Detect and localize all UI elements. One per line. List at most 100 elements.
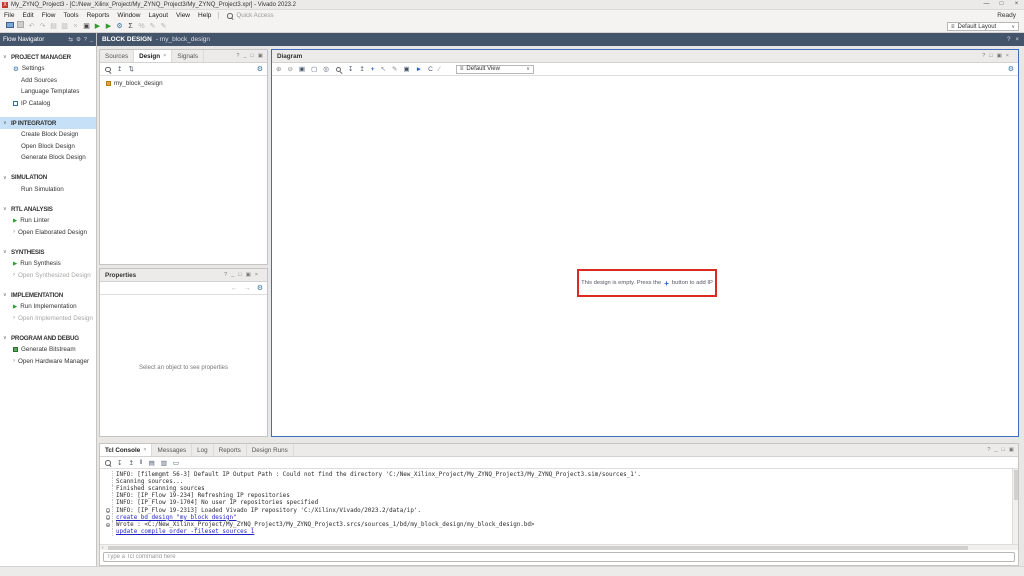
expand-all-icon[interactable]: ↥ bbox=[128, 459, 133, 467]
tab-tcl-console[interactable]: Tcl Console × bbox=[100, 444, 153, 456]
nav-item-add-sources[interactable]: Add Sources bbox=[0, 75, 96, 87]
regenerate-layout-icon[interactable]: C bbox=[428, 66, 433, 73]
scrollbar-thumb[interactable] bbox=[107, 545, 968, 550]
help-icon[interactable]: ? bbox=[236, 53, 239, 59]
tab-signals[interactable]: Signals bbox=[172, 50, 204, 62]
search-icon[interactable] bbox=[335, 66, 342, 73]
help-icon[interactable]: ? bbox=[987, 447, 990, 453]
nav-item-open-block-design[interactable]: Open Block Design bbox=[0, 141, 96, 153]
console-horizontal-scrollbar[interactable]: › bbox=[100, 544, 1018, 551]
view-selector-dropdown[interactable]: ≡ Default View ∨ bbox=[455, 64, 534, 74]
nav-help-icon[interactable]: ? bbox=[84, 37, 87, 43]
minimize-icon[interactable]: _ bbox=[994, 447, 997, 453]
nav-item-language-templates[interactable]: Language Templates bbox=[0, 86, 96, 98]
menu-window[interactable]: Window bbox=[113, 10, 144, 21]
collapse-all-icon[interactable]: ↧ bbox=[117, 459, 122, 467]
settings-gear-icon[interactable]: ⚙ bbox=[257, 65, 263, 73]
nav-gear-icon[interactable]: ⚙ bbox=[76, 37, 81, 43]
nav-item-ip-catalog[interactable]: IP Catalog bbox=[0, 98, 96, 110]
edit-pencil2-icon[interactable]: ✎ bbox=[158, 22, 169, 32]
run-icon[interactable]: ▶ bbox=[92, 22, 103, 32]
undo-icon[interactable]: ↶ bbox=[26, 22, 37, 32]
nav-header-ip-integrator[interactable]: ∨ IP INTEGRATOR bbox=[0, 117, 96, 129]
float-icon[interactable]: ▣ bbox=[258, 53, 263, 59]
percent-icon[interactable]: % bbox=[136, 22, 147, 32]
minimize-icon[interactable]: _ bbox=[243, 53, 246, 59]
float-icon[interactable]: ▣ bbox=[246, 272, 251, 278]
maximize-icon[interactable]: □ bbox=[238, 272, 241, 278]
menu-reports[interactable]: Reports bbox=[83, 10, 114, 21]
scroll-left-icon[interactable]: › bbox=[100, 545, 106, 551]
edit-pencil-icon[interactable]: ✎ bbox=[147, 22, 158, 32]
minimize-icon[interactable]: _ bbox=[231, 272, 234, 278]
reports-sigma-icon[interactable]: Σ bbox=[125, 22, 136, 32]
collapse-toggle-icon[interactable] bbox=[105, 508, 110, 513]
customize-icon[interactable]: ► bbox=[416, 66, 422, 73]
forward-arrow-icon[interactable]: → bbox=[244, 285, 251, 292]
menu-flow[interactable]: Flow bbox=[38, 10, 60, 21]
tab-close-icon[interactable]: × bbox=[163, 53, 166, 59]
tcl-command-input[interactable] bbox=[103, 551, 1015, 562]
expand-hierarchy-icon[interactable]: ↥ bbox=[359, 65, 364, 73]
settings-gear-icon[interactable]: ⚙ bbox=[257, 284, 263, 292]
tab-design-runs[interactable]: Design Runs bbox=[247, 444, 294, 456]
nav-header-rtl-analysis[interactable]: ∨ RTL ANALYSIS bbox=[0, 203, 96, 215]
copy-icon[interactable]: ▤ bbox=[48, 22, 59, 32]
menu-layout[interactable]: Layout bbox=[145, 10, 173, 21]
delete-icon[interactable]: × bbox=[70, 22, 81, 32]
clear-console-icon[interactable]: ▭ bbox=[173, 459, 179, 467]
tab-messages[interactable]: Messages bbox=[152, 444, 193, 456]
close-button[interactable]: × bbox=[1009, 0, 1024, 9]
maximize-icon[interactable]: □ bbox=[1001, 447, 1004, 453]
close-icon[interactable]: × bbox=[1006, 53, 1009, 59]
menu-tools[interactable]: Tools bbox=[59, 10, 82, 21]
tree-item-block-design[interactable]: my_block_design bbox=[100, 76, 267, 87]
optimize-routing-icon[interactable]: ∕ bbox=[439, 66, 440, 73]
copy-icon[interactable]: ▤ bbox=[149, 459, 155, 467]
step-icon[interactable]: ▶ bbox=[103, 22, 114, 32]
designer-assistance-icon[interactable]: ↖ bbox=[381, 65, 386, 73]
zoom-out-icon[interactable]: ⊖ bbox=[287, 65, 292, 73]
paste-icon[interactable]: ▥ bbox=[59, 22, 70, 32]
expand-all-icon[interactable]: ↥ bbox=[117, 65, 122, 73]
maximize-button[interactable]: □ bbox=[994, 0, 1009, 9]
settings-gear-icon[interactable]: ⚙ bbox=[114, 22, 125, 32]
save-icon[interactable] bbox=[15, 21, 26, 32]
nav-header-synthesis[interactable]: ∨ SYNTHESIS bbox=[0, 246, 96, 258]
maximize-icon[interactable]: □ bbox=[250, 53, 253, 59]
zoom-to-selection-icon[interactable]: ▢ bbox=[311, 65, 317, 73]
console-command-text[interactable]: create_bd_design "my_block_design" bbox=[116, 515, 237, 521]
float-icon[interactable]: ▣ bbox=[997, 53, 1002, 59]
nav-item-create-block-design[interactable]: Create Block Design bbox=[0, 129, 96, 141]
pause-output-icon[interactable]: ‖ bbox=[140, 459, 143, 466]
nav-header-project-manager[interactable]: ∨ PROJECT MANAGER bbox=[0, 51, 96, 63]
nav-minimize-icon[interactable]: _ bbox=[90, 37, 93, 43]
page-icon[interactable]: ▥ bbox=[161, 459, 167, 467]
nav-item-run-linter[interactable]: ▶ Run Linter bbox=[0, 215, 96, 227]
search-icon[interactable] bbox=[104, 459, 111, 466]
collapse-all-icon[interactable]: ⇅ bbox=[128, 65, 133, 73]
zoom-in-icon[interactable]: ⊕ bbox=[276, 65, 281, 73]
layout-selector-dropdown[interactable]: ≡ Default Layout ∨ bbox=[947, 22, 1019, 31]
search-icon[interactable] bbox=[104, 66, 111, 73]
tab-close-icon[interactable]: × bbox=[143, 447, 146, 453]
collapse-hierarchy-icon[interactable]: ↧ bbox=[348, 65, 353, 73]
nav-item-open-synthesized-design[interactable]: › Open Synthesized Design bbox=[0, 270, 96, 282]
validate-icon[interactable]: ▣ bbox=[81, 22, 92, 32]
menu-edit[interactable]: Edit bbox=[18, 10, 37, 21]
nav-header-simulation[interactable]: ∨ SIMULATION bbox=[0, 172, 96, 184]
add-ip-icon[interactable]: + bbox=[371, 66, 375, 73]
validate-design-icon[interactable]: ▣ bbox=[404, 65, 410, 73]
autofit-selection-icon[interactable]: ◎ bbox=[323, 65, 329, 73]
menu-help[interactable]: Help bbox=[194, 10, 215, 21]
nav-item-settings[interactable]: ⚙ Settings bbox=[0, 63, 96, 75]
maximize-icon[interactable]: □ bbox=[989, 53, 992, 59]
menu-file[interactable]: File bbox=[0, 10, 18, 21]
collapse-toggle-icon[interactable] bbox=[105, 515, 110, 520]
tab-log[interactable]: Log bbox=[192, 444, 214, 456]
help-icon[interactable]: ? bbox=[224, 272, 227, 278]
help-icon[interactable]: ? bbox=[1007, 37, 1010, 43]
console-command-text[interactable]: update_compile_order -fileset sources_1 bbox=[116, 529, 254, 535]
nav-item-run-synthesis[interactable]: ▶ Run Synthesis bbox=[0, 258, 96, 270]
open-project-icon[interactable] bbox=[4, 21, 15, 32]
